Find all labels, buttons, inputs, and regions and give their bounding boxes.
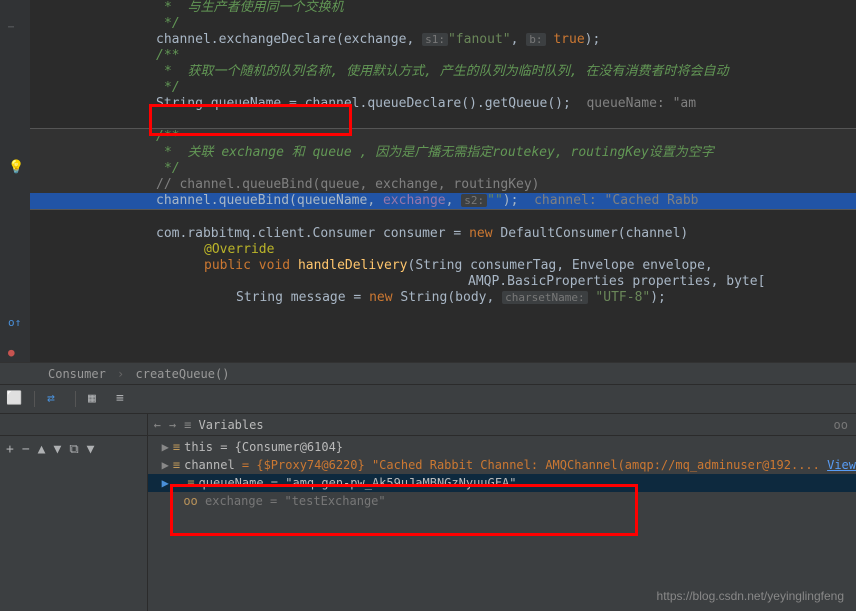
nav-right-icon[interactable]: → bbox=[169, 414, 176, 435]
code: channel.exchangeDeclare(exchange, bbox=[156, 32, 422, 47]
var-queueName[interactable]: ▶ ≡queueName = "amq.gen-pw_Ak59uJaMBNGzN… bbox=[148, 474, 856, 492]
frames-icon[interactable]: ⇄ bbox=[47, 391, 63, 407]
execution-line: channel.queueBind(queueName, exchange, s… bbox=[30, 193, 856, 209]
view-link[interactable]: View bbox=[827, 458, 856, 472]
down-icon[interactable]: ▼ bbox=[53, 442, 61, 457]
hint-icon: ⋯ bbox=[8, 22, 14, 33]
editor-gutter: ⋯ 💡 o↑ ● bbox=[0, 0, 30, 362]
copy-icon[interactable]: ⧉ bbox=[69, 442, 78, 457]
comment: */ bbox=[164, 161, 180, 176]
inline-hint: queueName: "am bbox=[571, 96, 696, 111]
variables-tree[interactable]: ▶≡this = {Consumer@6104} ▶≡channel = {$P… bbox=[148, 436, 856, 512]
settings-icon[interactable]: ≡ bbox=[116, 391, 132, 407]
restore-layout-icon[interactable]: ⬜ bbox=[6, 391, 22, 407]
var-exchange[interactable]: oo exchange = "testExchange" bbox=[148, 492, 856, 510]
add-watch-icon[interactable]: + bbox=[6, 442, 14, 457]
comment: */ bbox=[164, 16, 180, 31]
var-channel[interactable]: ▶≡channel = {$Proxy74@6220} "Cached Rabb… bbox=[148, 456, 856, 474]
annotation: @Override bbox=[204, 242, 274, 257]
breadcrumb-bar[interactable]: Consumer › createQueue() bbox=[0, 362, 856, 384]
inline-hint: channel: "Cached Rabb bbox=[518, 193, 698, 208]
frames-header bbox=[0, 414, 147, 436]
calculator-icon[interactable]: ▦ bbox=[88, 391, 104, 407]
breadcrumb-class[interactable]: Consumer bbox=[48, 367, 106, 381]
method-name: handleDelivery bbox=[298, 258, 408, 273]
comment: // channel.queueBind(queue, exchange, ro… bbox=[156, 177, 540, 192]
debug-toolbar: ⬜ ⇄ ▦ ≡ bbox=[0, 384, 856, 414]
oo-label: oo bbox=[834, 414, 848, 436]
nav-left-icon[interactable]: ← bbox=[154, 414, 161, 435]
up-icon[interactable]: ▲ bbox=[38, 442, 46, 457]
frames-column: + − ▲ ▼ ⧉ ▼ bbox=[0, 414, 148, 611]
comment: /** bbox=[156, 48, 179, 63]
remove-watch-icon[interactable]: − bbox=[22, 442, 30, 457]
breadcrumb-separator: › bbox=[117, 367, 124, 381]
comment: * 获取一个随机的队列名称, 使用默认方式, 产生的队列为临时队列, 在没有消费… bbox=[164, 64, 728, 79]
breakpoint-icon[interactable]: ● bbox=[8, 346, 15, 359]
comment: /** bbox=[156, 129, 179, 144]
string: "fanout" bbox=[448, 32, 511, 47]
breadcrumb-method[interactable]: createQueue() bbox=[136, 367, 230, 381]
lightbulb-icon[interactable]: 💡 bbox=[8, 160, 24, 175]
variables-column: ← → Variables oo ▶≡this = {Consumer@6104… bbox=[148, 414, 856, 611]
code: String queueName = bbox=[156, 96, 305, 111]
override-up-icon[interactable]: o↑ bbox=[8, 316, 21, 329]
var-this[interactable]: ▶≡this = {Consumer@6104} bbox=[148, 438, 856, 456]
code-editor[interactable]: * 与生产者使用同一个交换机 */ channel.exchangeDeclar… bbox=[30, 0, 856, 362]
variables-label: Variables bbox=[184, 414, 263, 435]
param-hint: s1: bbox=[422, 33, 448, 46]
filter-icon[interactable]: ▼ bbox=[87, 442, 95, 457]
comment: */ bbox=[164, 80, 180, 95]
comment: * 与生产者使用同一个交换机 bbox=[164, 0, 343, 15]
debug-panel: ⬜ ⇄ ▦ ≡ + − ▲ ▼ ⧉ ▼ ← → Variables oo bbox=[0, 384, 856, 611]
watermark: https://blog.csdn.net/yeyinglingfeng bbox=[657, 589, 844, 603]
param-hint: b: bbox=[526, 33, 545, 46]
